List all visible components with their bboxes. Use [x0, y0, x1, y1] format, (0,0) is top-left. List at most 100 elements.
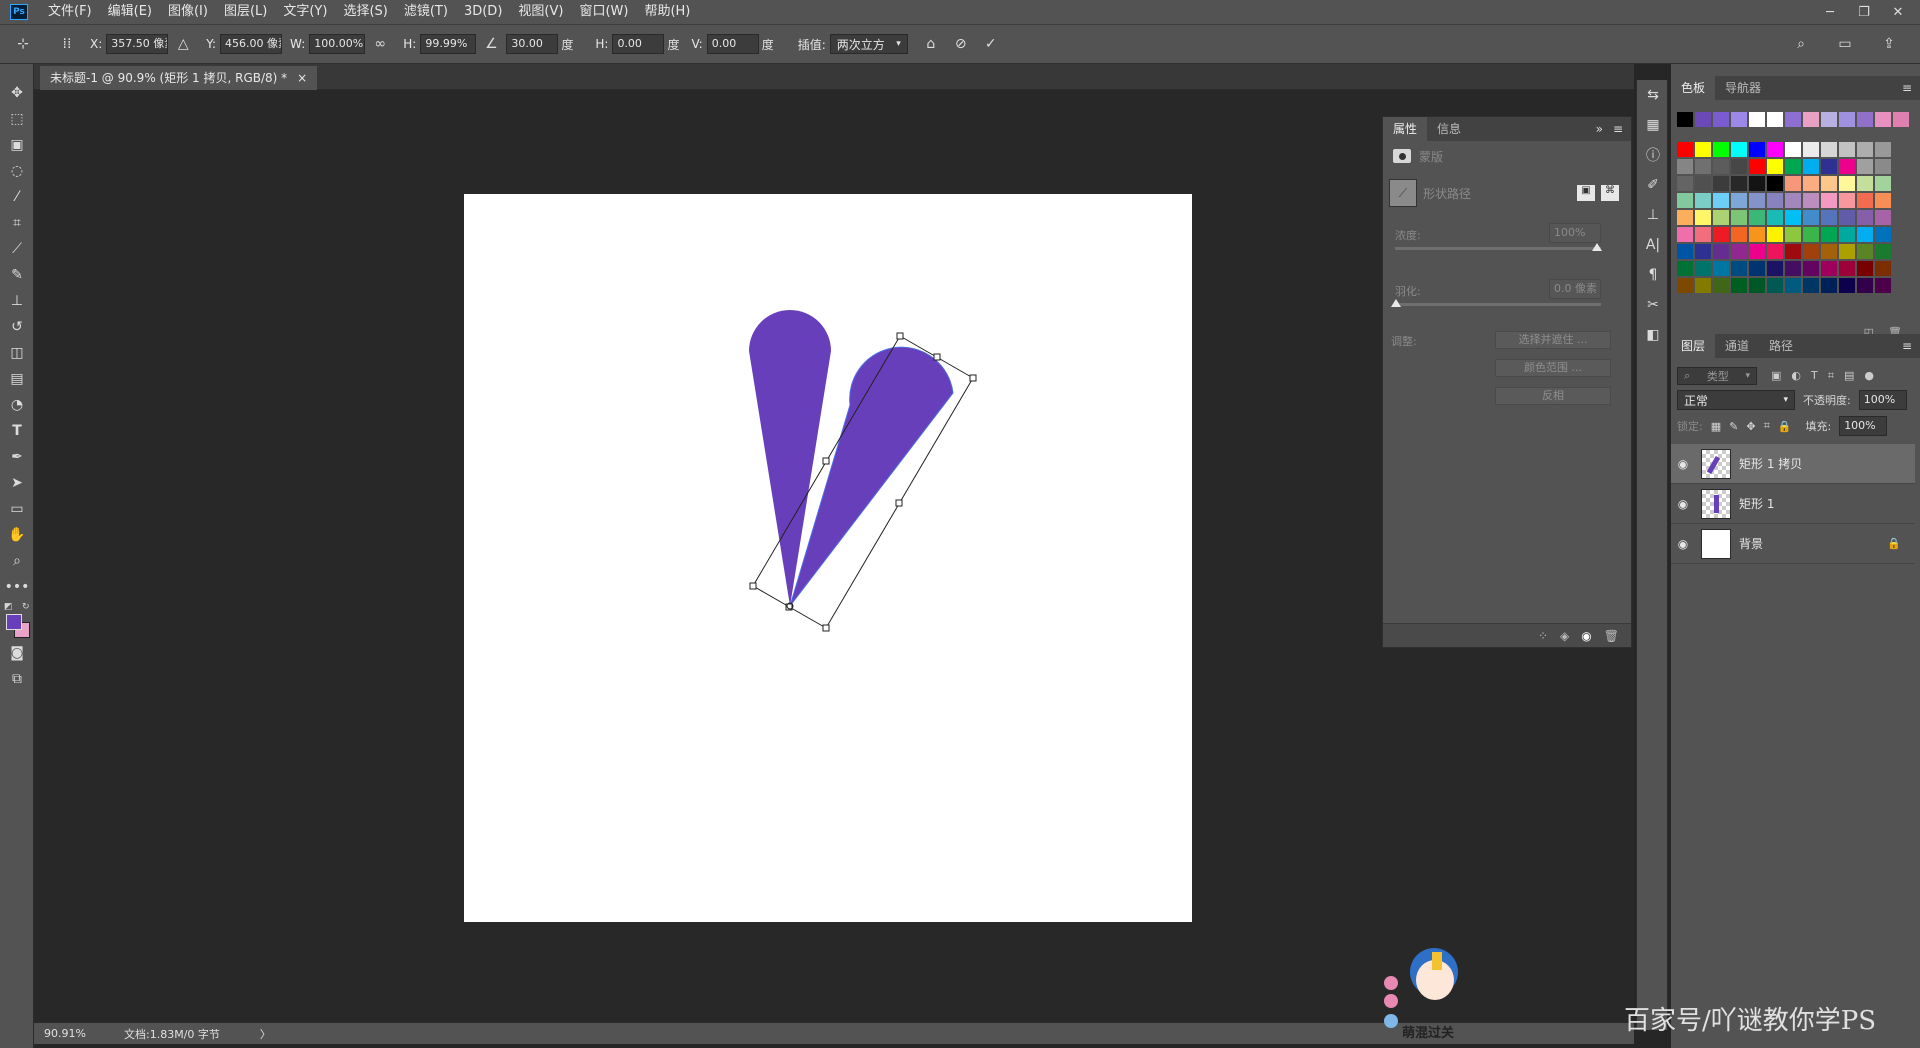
rotation-angle-field[interactable]: 30.00: [506, 34, 559, 54]
color-swatch[interactable]: [1713, 244, 1729, 259]
filter-pixel-icon[interactable]: ▣: [1771, 369, 1781, 383]
color-swatch[interactable]: [1695, 261, 1711, 276]
menu-item[interactable]: 编辑(E): [100, 0, 160, 24]
document-canvas[interactable]: [464, 194, 1192, 922]
color-swatch[interactable]: [1731, 278, 1747, 293]
recent-swatch[interactable]: [1749, 112, 1765, 127]
color-swatch[interactable]: [1857, 261, 1873, 276]
default-colors-icon[interactable]: ◩: [4, 602, 13, 612]
menu-item[interactable]: 图层(L): [216, 0, 275, 24]
color-swatch[interactable]: [1677, 227, 1693, 242]
color-swatch[interactable]: [1749, 193, 1765, 208]
color-swatch[interactable]: [1695, 278, 1711, 293]
color-swatch[interactable]: [1821, 176, 1837, 191]
color-swatch[interactable]: [1857, 210, 1873, 225]
color-swatch[interactable]: [1677, 261, 1693, 276]
color-swatch[interactable]: [1677, 210, 1693, 225]
close-window-icon[interactable]: ✕: [1886, 5, 1910, 20]
color-swatch[interactable]: [1839, 142, 1855, 157]
color-swatch[interactable]: [1695, 176, 1711, 191]
rectangle-tool-icon[interactable]: ▭: [0, 496, 34, 522]
blur-tool-icon[interactable]: ◔: [0, 392, 34, 418]
color-swatch[interactable]: [1821, 261, 1837, 276]
color-swatch[interactable]: [1731, 142, 1747, 157]
color-swatch[interactable]: [1875, 278, 1891, 293]
layer-row[interactable]: ◉ 背景 🔒: [1671, 524, 1915, 564]
color-swatch[interactable]: [1875, 244, 1891, 259]
menu-item[interactable]: 窗口(W): [571, 0, 636, 24]
color-swatch[interactable]: [1767, 176, 1783, 191]
color-swatch[interactable]: [1803, 210, 1819, 225]
color-swatch[interactable]: [1803, 227, 1819, 242]
color-swatch[interactable]: [1821, 244, 1837, 259]
libraries-icon[interactable]: ◧: [1637, 320, 1669, 350]
color-swatch[interactable]: [1677, 193, 1693, 208]
type-tool-icon[interactable]: T: [0, 418, 34, 444]
color-swatch[interactable]: [1767, 244, 1783, 259]
color-swatch[interactable]: [1749, 261, 1765, 276]
quick-mask-icon[interactable]: ◙: [0, 640, 34, 666]
color-swatch[interactable]: [1821, 142, 1837, 157]
color-swatch[interactable]: [1803, 142, 1819, 157]
collapse-panel-icon[interactable]: »: [1596, 122, 1603, 136]
document-tab[interactable]: 未标题-1 @ 90.9% (矩形 1 拷贝, RGB/8) * ×: [40, 66, 318, 90]
visibility-eye-icon[interactable]: ◉: [1581, 629, 1591, 643]
color-swatch[interactable]: [1695, 227, 1711, 242]
color-swatch[interactable]: [1839, 193, 1855, 208]
history-brush-tool-icon[interactable]: ↺: [0, 314, 34, 340]
crop-tool-icon[interactable]: ⌗: [0, 210, 34, 236]
filter-smart-object-icon[interactable]: ▤: [1844, 369, 1854, 383]
layer-row[interactable]: ◉ 矩形 1: [1671, 484, 1915, 524]
warp-icon[interactable]: ⌂: [920, 33, 942, 55]
close-tab-icon[interactable]: ×: [297, 66, 307, 90]
color-swatch[interactable]: [1875, 176, 1891, 191]
menu-item[interactable]: 滤镜(T): [396, 0, 456, 24]
y-position-field[interactable]: 456.00 像素: [220, 34, 283, 54]
paragraph-icon[interactable]: ¶: [1637, 260, 1669, 290]
history-icon[interactable]: ⇆: [1637, 80, 1669, 110]
color-swatch[interactable]: [1803, 261, 1819, 276]
status-menu-arrow-icon[interactable]: 〉: [260, 1026, 271, 1042]
color-swatch[interactable]: [1803, 176, 1819, 191]
filter-shape-icon[interactable]: ⌗: [1828, 369, 1834, 383]
tab-channels[interactable]: 通道: [1715, 334, 1759, 358]
tab-paths[interactable]: 路径: [1759, 334, 1803, 358]
interpolation-select[interactable]: 两次立方 ▾: [829, 34, 908, 54]
color-swatch[interactable]: [1713, 176, 1729, 191]
gradient-tool-icon[interactable]: ▤: [0, 366, 34, 392]
color-swatch[interactable]: [1749, 244, 1765, 259]
color-swatch[interactable]: [1785, 227, 1801, 242]
transform-tool-icon[interactable]: ⊹: [12, 33, 34, 55]
share-icon[interactable]: ⇪: [1878, 33, 1900, 55]
color-swatch[interactable]: [1785, 210, 1801, 225]
recent-swatch[interactable]: [1785, 112, 1801, 127]
color-swatch[interactable]: [1857, 227, 1873, 242]
color-swatch[interactable]: [1785, 142, 1801, 157]
color-swatch[interactable]: [1731, 193, 1747, 208]
color-swatch[interactable]: [1821, 227, 1837, 242]
density-slider-track[interactable]: [1395, 247, 1601, 250]
horizontal-skew-field[interactable]: 0.00: [612, 34, 665, 54]
recent-swatch[interactable]: [1713, 112, 1729, 127]
color-swatch[interactable]: [1857, 142, 1873, 157]
restore-icon[interactable]: ❐: [1852, 5, 1876, 20]
color-swatch[interactable]: [1695, 193, 1711, 208]
color-swatch[interactable]: [1785, 159, 1801, 174]
recent-swatch[interactable]: [1695, 112, 1711, 127]
object-select-tool-icon[interactable]: ▣: [0, 132, 34, 158]
color-swatch[interactable]: [1731, 176, 1747, 191]
color-swatch[interactable]: [1875, 159, 1891, 174]
color-swatch[interactable]: [1677, 159, 1693, 174]
color-swatch[interactable]: [1785, 261, 1801, 276]
recent-swatch[interactable]: [1767, 112, 1783, 127]
info-icon[interactable]: ⓘ: [1637, 140, 1669, 170]
density-field[interactable]: 100%: [1549, 223, 1601, 243]
commit-transform-icon[interactable]: ✓: [980, 33, 1002, 55]
opacity-field[interactable]: 100%: [1858, 390, 1907, 410]
lock-position-icon[interactable]: ✥: [1746, 420, 1755, 433]
character-icon[interactable]: A|: [1637, 230, 1669, 260]
color-swatch[interactable]: [1713, 159, 1729, 174]
color-swatch[interactable]: [1767, 159, 1783, 174]
menu-item[interactable]: 文件(F): [40, 0, 100, 24]
path-select-tool-icon[interactable]: ➤: [0, 470, 34, 496]
